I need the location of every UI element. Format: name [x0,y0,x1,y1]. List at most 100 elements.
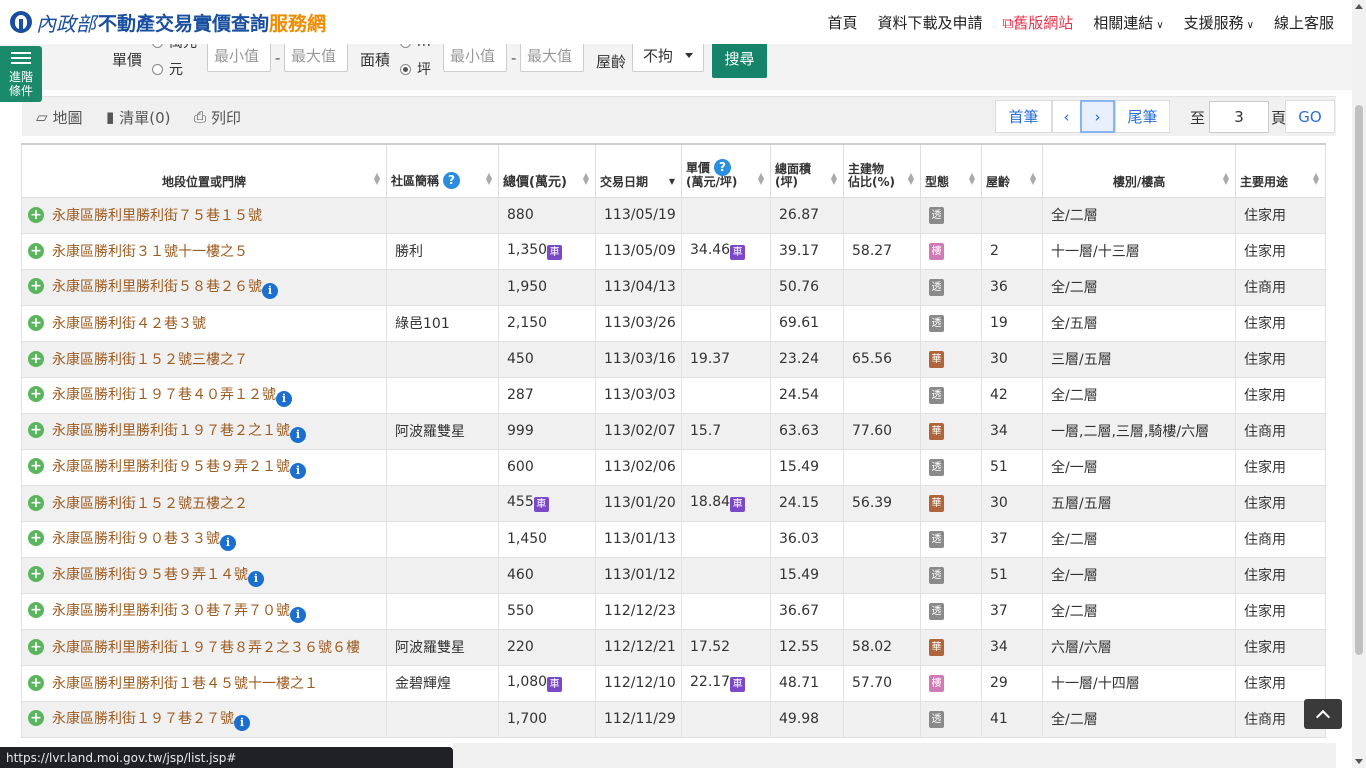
cell-address[interactable]: + 永康區勝利街１５２號五樓之２ [21,484,387,522]
cell-trade-date: 113/01/12 [595,556,682,594]
expand-plus-icon[interactable]: + [28,565,44,582]
nav-support[interactable]: 支援服務 ∨ [1184,12,1254,33]
prev-page-button[interactable]: ‹ [1052,100,1081,133]
expand-plus-icon[interactable]: + [28,385,44,402]
table-row[interactable]: + 永康區勝利里勝利街９５巷９弄２１號 i 600 113/02/06 15.49 透 51 全… [21,448,1327,486]
table-row[interactable]: + 永康區勝利里勝利街１９７巷８弄２之３６號６樓 阿波羅雙星 220 112/12/21… [21,628,1327,666]
expand-plus-icon[interactable]: + [28,457,44,474]
unit-radio-yuan[interactable]: 元 [152,59,183,79]
map-button[interactable]: ▱ 地圖 [36,97,83,137]
table-row[interactable]: + 永康區勝利街１５２號五樓之２ 455 車 113/01/20 18.84 車 24.15 5… [21,484,1327,522]
nav-old-site[interactable]: ⧉舊版網站 [1003,12,1074,33]
info-icon[interactable]: i [290,606,306,623]
header-community[interactable]: 社區簡稱? ▲ ▼ [386,143,499,198]
cell-address[interactable]: + 永康區勝利街４２巷３號 [21,304,387,342]
cell-age: 30 [981,484,1044,522]
advanced-filter-button[interactable]: 進階條件 [0,46,42,102]
info-icon[interactable]: i [248,570,264,587]
cell-address[interactable]: + 永康區勝利里勝利街１巷４５號十一樓之１ [21,664,387,702]
cell-community [386,268,499,306]
cell-address[interactable]: + 永康區勝利里勝利街１９７巷８弄２之３６號６樓 [21,628,387,666]
cell-address[interactable]: + 永康區勝利里勝利街３０巷７弄７０號 i [21,592,387,630]
header-address[interactable]: 地段位置或門牌 ▲ ▼ [21,143,387,198]
header-main-building-ratio[interactable]: 主建物 佔比(%) ▲ ▼ [843,143,921,198]
cell-address[interactable]: + 永康區勝利街９０巷３３號 i [21,520,387,558]
parking-badge-icon: 車 [547,245,563,260]
table-row[interactable]: + 永康區勝利街９０巷３３號 i 1,450 113/01/13 36.03 透 37 全/二層… [21,520,1327,558]
cell-unit-price [681,592,771,630]
table-row[interactable]: + 永康區勝利里勝利街５８巷２６號 i 1,950 113/04/13 50.76 透 36 全… [21,268,1327,306]
cell-address[interactable]: + 永康區勝利街９５巷９弄１４號 i [21,556,387,594]
expand-plus-icon[interactable]: + [28,243,44,259]
site-logo[interactable]: 內政部 不動產交易實價查詢 服務網 [10,8,326,37]
info-icon[interactable]: i [234,714,250,731]
expand-plus-icon[interactable]: + [28,675,44,691]
expand-plus-icon[interactable]: + [28,639,44,655]
header-type[interactable]: 型態 ▲ ▼ [919,143,983,198]
header-main-use[interactable]: 主要用途 ▲ ▼ [1235,143,1327,198]
header-age[interactable]: 屋齡 ▲ ▼ [981,143,1044,198]
table-row[interactable]: + 永康區勝利街１９７巷４０弄１２號 i 287 113/03/03 24.54 透 42 全/… [21,376,1327,414]
scroll-down-icon[interactable] [1355,759,1363,764]
info-icon[interactable]: i [290,462,306,479]
nav-home[interactable]: 首頁 [828,12,858,33]
last-page-button[interactable]: 尾筆 [1115,100,1170,133]
area-radio-ping[interactable]: 坪 [400,59,431,79]
cell-address[interactable]: + 永康區勝利街１９７巷４０弄１２號 i [21,376,387,414]
table-row[interactable]: + 永康區勝利街１５２號三樓之７ 450 113/03/16 19.37 23.24 65.… [21,340,1327,378]
table-row[interactable]: + 永康區勝利街４２巷３號 綠邑101 2,150 113/03/26 69.61 透 19 全… [21,304,1327,342]
cell-address[interactable]: + 永康區勝利里勝利街９５巷９弄２１號 i [21,448,387,486]
cell-address[interactable]: + 永康區勝利里勝利街７５巷１５號 [21,196,387,234]
cell-address[interactable]: + 永康區勝利街１９７巷２７號 i [21,700,387,738]
next-page-button[interactable]: › [1080,100,1115,133]
table-row[interactable]: + 永康區勝利街３１號十一樓之５ 勝利 1,350 車 113/05/09 34.46 車 39… [21,232,1327,270]
expand-plus-icon[interactable]: + [28,495,44,511]
print-button[interactable]: ⎙ 列印 [194,97,241,137]
header-unit-price[interactable]: 單價? (萬元/坪) ▲ ▼ [681,143,771,198]
building-type-badge: 透 [929,567,944,584]
expand-plus-icon[interactable]: + [28,315,44,331]
table-row[interactable]: + 永康區勝利街１９７巷２７號 i 1,700 112/11/29 49.98 透 41 全/二… [21,700,1327,738]
cell-address[interactable]: + 永康區勝利街３１號十一樓之５ [21,232,387,270]
nav-related-links[interactable]: 相關連結 ∨ [1093,12,1163,33]
table-row[interactable]: + 永康區勝利街９５巷９弄１４號 i 460 113/01/12 15.49 透 51 全/一層… [21,556,1327,594]
cell-address[interactable]: + 永康區勝利里勝利街１９７巷２之１號 i [21,412,387,450]
expand-plus-icon[interactable]: + [28,351,44,367]
expand-plus-icon[interactable]: + [28,207,44,223]
page-number-input[interactable]: 3 [1209,101,1269,133]
table-row[interactable]: + 永康區勝利里勝利街１巷４５號十一樓之１ 金碧輝煌 1,080 車 112/12/10 2… [21,664,1327,702]
table-row[interactable]: + 永康區勝利里勝利街７５巷１５號 880 113/05/19 26.87 透 全/二層 住家… [21,196,1327,234]
header-floor[interactable]: 樓別/樓高 ▲ ▼ [1042,143,1237,198]
cell-address[interactable]: + 永康區勝利街１５２號三樓之７ [21,340,387,378]
back-to-top-button[interactable] [1304,699,1342,729]
table-header-row: 地段位置或門牌 ▲ ▼ 社區簡稱? ▲ ▼ 總價(萬元) ▲ ▼ 交易日期 ▼ 單價? (萬元/… [21,143,1327,198]
expand-plus-icon[interactable]: + [28,421,44,438]
page-scrollbar[interactable] [1352,0,1366,768]
nav-customer-service[interactable]: 線上客服 [1274,12,1334,33]
header-total-price[interactable]: 總價(萬元) ▲ ▼ [498,143,596,198]
list-button[interactable]: ▮ 清單(0) [106,97,171,137]
scrollbar-thumb[interactable] [1355,105,1363,655]
header-trade-date[interactable]: 交易日期 ▼ [595,143,682,198]
info-icon[interactable]: i [220,534,236,551]
nav-download[interactable]: 資料下載及申請 [878,12,983,33]
info-icon[interactable]: i [262,282,278,299]
info-icon[interactable]: i [276,390,292,407]
cell-total-price: 460 [498,556,596,594]
sort-icon: ▲ ▼ [1312,170,1320,186]
expand-plus-icon[interactable]: + [28,601,44,618]
expand-plus-icon[interactable]: + [28,709,44,726]
table-row[interactable]: + 永康區勝利里勝利街１９７巷２之１號 i 阿波羅雙星 999 113/02/07 15.7… [21,412,1327,450]
go-button[interactable]: GO [1285,100,1335,133]
help-icon[interactable]: ? [443,171,461,189]
table-row[interactable]: + 永康區勝利里勝利街３０巷７弄７０號 i 550 112/12/23 36.67 透 37 全… [21,592,1327,630]
expand-plus-icon[interactable]: + [28,277,44,294]
info-icon[interactable]: i [290,426,306,443]
help-icon[interactable]: ? [714,158,732,176]
expand-plus-icon[interactable]: + [28,529,44,546]
first-page-button[interactable]: 首筆 [995,100,1052,133]
header-total-area[interactable]: 總面積 (坪) ▲ ▼ [770,143,844,198]
cell-address[interactable]: + 永康區勝利里勝利街５８巷２６號 i [21,268,387,306]
search-button[interactable]: 搜尋 [712,38,767,78]
scroll-up-icon[interactable] [1355,4,1363,9]
